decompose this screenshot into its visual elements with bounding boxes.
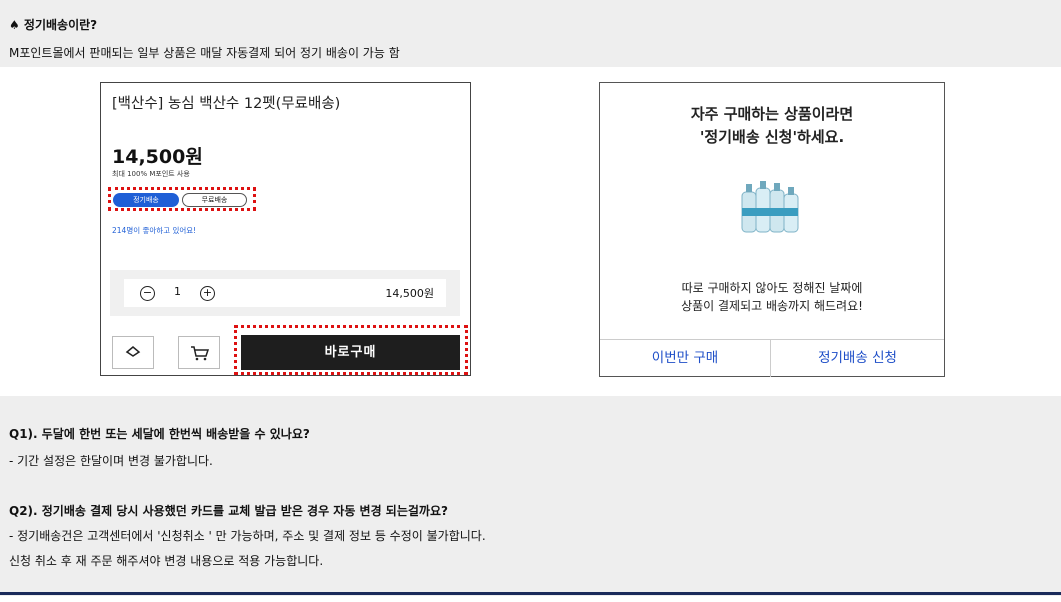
regular-delivery-badge: 정기배송 — [113, 193, 179, 207]
faq-section: Q1). 두달에 한번 또는 세달에 한번씩 배송받을 수 있나요? - 기간 … — [0, 396, 1061, 596]
intro-title: ♠ 정기배송이란? — [9, 18, 98, 32]
subscription-popup: 자주 구매하는 상품이라면 '정기배송 신청'하세요. 따로 구매하지 않아도 … — [599, 82, 945, 377]
faq-answer-2-line-2: 신청 취소 후 재 주문 해주셔야 변경 내용으로 적용 가능합니다. — [9, 554, 324, 568]
buy-once-button[interactable]: 이번만 구매 — [600, 340, 771, 377]
quantity-value: 1 — [174, 285, 181, 298]
likes-count: 214명이 좋아하고 있어요! — [112, 226, 197, 235]
product-name: [백산수] 농심 백산수 12펫(무료배송) — [112, 96, 341, 112]
free-delivery-badge: 무료배송 — [182, 193, 247, 207]
wishlist-button[interactable] — [112, 336, 154, 369]
plus-button[interactable]: + — [200, 286, 215, 301]
footer-divider — [0, 592, 1061, 595]
subscribe-button[interactable]: 정기배송 신청 — [771, 340, 944, 377]
intro-description: M포인트몰에서 판매되는 일부 상품은 매달 자동결제 되어 정기 배송이 가능… — [9, 46, 400, 60]
minus-button[interactable]: − — [140, 286, 155, 301]
cart-button[interactable] — [178, 336, 220, 369]
product-price: 14,500원 — [112, 146, 203, 168]
popup-actions: 이번만 구매 정기배송 신청 — [600, 339, 944, 377]
water-bottles-image — [741, 181, 799, 233]
intro-section: ♠ 정기배송이란? M포인트몰에서 판매되는 일부 상품은 매달 자동결제 되어… — [0, 0, 1061, 67]
popup-text-2: 상품이 결제되고 배송까지 해드려요! — [681, 299, 863, 313]
max-point-use: 최대 100% M포인트 사용 — [112, 170, 190, 178]
product-card: [백산수] 농심 백산수 12펫(무료배송) 14,500원 최대 100% M… — [100, 82, 471, 376]
buy-now-button[interactable]: 바로구매 — [241, 335, 460, 370]
faq-answer-1: - 기간 설정은 한달이며 변경 불가합니다. — [9, 454, 213, 468]
quantity-bar: − 1 + 14,500원 — [110, 270, 460, 316]
popup-text-1: 따로 구매하지 않아도 정해진 날짜에 — [681, 281, 863, 295]
faq-question-1: Q1). 두달에 한번 또는 세달에 한번씩 배송받을 수 있나요? — [9, 427, 310, 441]
quantity-stepper: − 1 + 14,500원 — [124, 279, 446, 307]
heart-icon — [125, 346, 141, 357]
popup-heading-2: '정기배송 신청'하세요. — [699, 128, 845, 146]
quantity-price: 14,500원 — [385, 287, 434, 300]
popup-heading-1: 자주 구매하는 상품이라면 — [690, 105, 854, 123]
faq-answer-2: - 정기배송건은 고객센터에서 '신청취소 ' 만 가능하며, 주소 및 결제 … — [9, 529, 486, 543]
cart-icon — [191, 346, 210, 361]
faq-question-2: Q2). 정기배송 결제 당시 사용했던 카드를 교체 발급 받은 경우 자동 … — [9, 504, 448, 518]
